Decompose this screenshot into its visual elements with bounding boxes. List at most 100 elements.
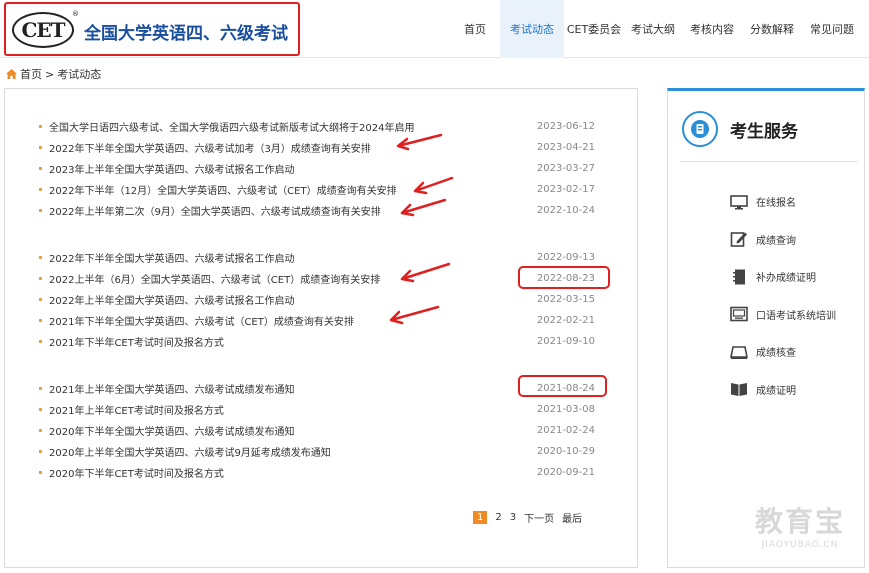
next-page-button[interactable]: 下一页 — [524, 510, 554, 525]
news-date: 2020-10-29 — [536, 446, 595, 457]
news-title[interactable]: 2021年下半年CET考试时间及报名方式 — [49, 334, 224, 349]
bullet-icon — [39, 125, 42, 128]
edit-icon — [730, 232, 747, 248]
news-title[interactable]: 2022年下半年全国大学英语四、六级考试加考（3月）成绩查询有关安排 — [49, 140, 371, 155]
nav-faq[interactable]: 常见问题 — [802, 0, 862, 58]
news-row[interactable]: 2022上半年（6月）全国大学英语四、六级考试（CET）成绩查询有关安排 2022… — [39, 268, 595, 289]
news-title[interactable]: 2022年下半年全国大学英语四、六级考试报名工作启动 — [49, 250, 294, 265]
news-group-3: 2021年上半年全国大学英语四、六级考试成绩发布通知 2021-08-24 202… — [39, 378, 595, 483]
news-date: 2023-03-27 — [536, 163, 595, 174]
news-date: 2023-06-12 — [536, 121, 595, 132]
news-title[interactable]: 2023年上半年全国大学英语四、六级考试报名工作启动 — [49, 161, 294, 176]
page-current[interactable]: 1 — [473, 511, 488, 524]
service-label: 口语考试系统培训 — [756, 310, 836, 322]
news-row[interactable]: 2022年上半年第二次（9月）全国大学英语四、六级考试成绩查询有关安排 2022-… — [39, 200, 595, 221]
page-link[interactable]: 3 — [510, 512, 516, 523]
bullet-icon — [39, 471, 42, 474]
watermark-sub: JIAOYUBAO.CN — [761, 540, 839, 550]
nav-cet-committee[interactable]: CET委员会 — [564, 0, 624, 58]
notebook-icon — [733, 269, 745, 285]
breadcrumb-separator: > — [45, 67, 55, 81]
news-date: 2020-09-21 — [536, 467, 595, 478]
news-title[interactable]: 2022上半年（6月）全国大学英语四、六级考试（CET）成绩查询有关安排 — [49, 271, 380, 286]
nav-home[interactable]: 首页 — [452, 0, 498, 58]
news-group-1: 全国大学日语四六级考试、全国大学俄语四六级考试新版考试大纲将于2024年启用 20… — [39, 116, 595, 221]
service-reissue-certificate[interactable]: 补办成绩证明 — [730, 258, 836, 296]
logo-area[interactable]: CET ® 全国大学英语四、六级考试 — [4, 2, 300, 56]
bullet-icon — [39, 277, 42, 280]
bullet-icon — [39, 450, 42, 453]
site-title: 全国大学英语四、六级考试 — [84, 24, 288, 44]
screen-icon — [730, 306, 748, 322]
news-date: 2022-02-21 — [536, 315, 595, 326]
bullet-icon — [39, 429, 42, 432]
breadcrumb: 首页 > 考试动态 — [6, 66, 101, 82]
service-score-certificate[interactable]: 成绩证明 — [730, 371, 836, 409]
news-date: 2021-09-10 — [536, 336, 595, 347]
news-title[interactable]: 2021年上半年CET考试时间及报名方式 — [49, 402, 224, 417]
service-label: 在线报名 — [756, 198, 796, 210]
nav-exam-news[interactable]: 考试动态 — [500, 0, 564, 58]
news-row[interactable]: 2020年上半年全国大学英语四、六级考试9月延考成绩发布通知 2020-10-29 — [39, 441, 595, 462]
pagination: 1 2 3 下一页 最后 — [473, 510, 590, 525]
news-row[interactable]: 2021年上半年全国大学英语四、六级考试成绩发布通知 2021-08-24 — [39, 378, 595, 399]
news-date: 2022-09-13 — [536, 252, 595, 263]
service-label: 成绩查询 — [756, 235, 796, 247]
services-header: 考生服务 — [682, 111, 798, 147]
news-date: 2021-02-24 — [536, 425, 595, 436]
bullet-icon — [39, 387, 42, 390]
news-row[interactable]: 2022年上半年全国大学英语四、六级考试报名工作启动 2022-03-15 — [39, 289, 595, 310]
news-title[interactable]: 全国大学日语四六级考试、全国大学俄语四六级考试新版考试大纲将于2024年启用 — [49, 119, 414, 134]
service-score-query[interactable]: 成绩查询 — [730, 221, 836, 259]
nav-content[interactable]: 考核内容 — [682, 0, 742, 58]
bullet-icon — [39, 319, 42, 322]
site-header: CET ® 全国大学英语四、六级考试 首页 考试动态 CET委员会 考试大纲 考… — [0, 0, 869, 58]
news-row[interactable]: 2020年下半年CET考试时间及报名方式 2020-09-21 — [39, 462, 595, 483]
news-row[interactable]: 2020年下半年全国大学英语四、六级考试成绩发布通知 2021-02-24 — [39, 420, 595, 441]
tray-icon — [730, 345, 748, 359]
services-list: 在线报名 成绩查询 补办成绩证明 口语考试系统培训 成绩核查 成绩证明 — [730, 183, 836, 408]
news-row[interactable]: 2023年上半年全国大学英语四、六级考试报名工作启动 2023-03-27 — [39, 158, 595, 179]
news-row[interactable]: 2021年下半年全国大学英语四、六级考试（CET）成绩查询有关安排 2022-02… — [39, 310, 595, 331]
home-icon — [6, 69, 17, 79]
news-row[interactable]: 全国大学日语四六级考试、全国大学俄语四六级考试新版考试大纲将于2024年启用 20… — [39, 116, 595, 137]
cet-logo: CET — [12, 12, 74, 48]
nav-score-explain[interactable]: 分数解释 — [742, 0, 802, 58]
news-row[interactable]: 2022年下半年（12月）全国大学英语四、六级考试（CET）成绩查询有关安排 20… — [39, 179, 595, 200]
date-highlight-box — [518, 375, 607, 397]
breadcrumb-current: 考试动态 — [57, 68, 102, 81]
bullet-icon — [39, 146, 42, 149]
news-title[interactable]: 2021年下半年全国大学英语四、六级考试（CET）成绩查询有关安排 — [49, 313, 354, 328]
news-row[interactable]: 2021年上半年CET考试时间及报名方式 2021-03-08 — [39, 399, 595, 420]
breadcrumb-home[interactable]: 首页 — [20, 66, 42, 82]
bullet-icon — [39, 256, 42, 259]
last-page-button[interactable]: 最后 — [562, 510, 582, 525]
service-label: 成绩核查 — [756, 348, 796, 360]
news-row[interactable]: 2022年下半年全国大学英语四、六级考试报名工作启动 2022-09-13 — [39, 247, 595, 268]
date-highlight-box — [518, 266, 610, 289]
news-title[interactable]: 2020年下半年全国大学英语四、六级考试成绩发布通知 — [49, 423, 294, 438]
page-link[interactable]: 2 — [495, 512, 501, 523]
bullet-icon — [39, 188, 42, 191]
news-date: 2022-10-24 — [536, 205, 595, 216]
news-title[interactable]: 2020年上半年全国大学英语四、六级考试9月延考成绩发布通知 — [49, 444, 331, 459]
news-title[interactable]: 2022年下半年（12月）全国大学英语四、六级考试（CET）成绩查询有关安排 — [49, 182, 397, 197]
service-label: 成绩证明 — [756, 385, 796, 397]
book-icon — [731, 383, 747, 397]
news-row[interactable]: 2022年下半年全国大学英语四、六级考试加考（3月）成绩查询有关安排 2023-0… — [39, 137, 595, 158]
nav-syllabus[interactable]: 考试大纲 — [624, 0, 682, 58]
news-row[interactable]: 2021年下半年CET考试时间及报名方式 2021-09-10 — [39, 331, 595, 352]
news-title[interactable]: 2021年上半年全国大学英语四、六级考试成绩发布通知 — [49, 381, 294, 396]
student-services-panel: 考生服务 在线报名 成绩查询 补办成绩证明 口语考试系统培训 成绩核查 成绩证明 — [667, 88, 865, 568]
service-online-registration[interactable]: 在线报名 — [730, 183, 836, 221]
service-score-review[interactable]: 成绩核查 — [730, 333, 836, 371]
news-panel: 全国大学日语四六级考试、全国大学俄语四六级考试新版考试大纲将于2024年启用 20… — [4, 88, 638, 568]
news-title[interactable]: 2022年上半年第二次（9月）全国大学英语四、六级考试成绩查询有关安排 — [49, 203, 381, 218]
registered-mark: ® — [72, 10, 79, 18]
news-date: 2022-03-15 — [536, 294, 595, 305]
service-oral-exam-training[interactable]: 口语考试系统培训 — [730, 296, 836, 334]
logo-text: CET — [21, 18, 65, 42]
news-title[interactable]: 2020年下半年CET考试时间及报名方式 — [49, 465, 224, 480]
bullet-icon — [39, 408, 42, 411]
news-title[interactable]: 2022年上半年全国大学英语四、六级考试报名工作启动 — [49, 292, 294, 307]
